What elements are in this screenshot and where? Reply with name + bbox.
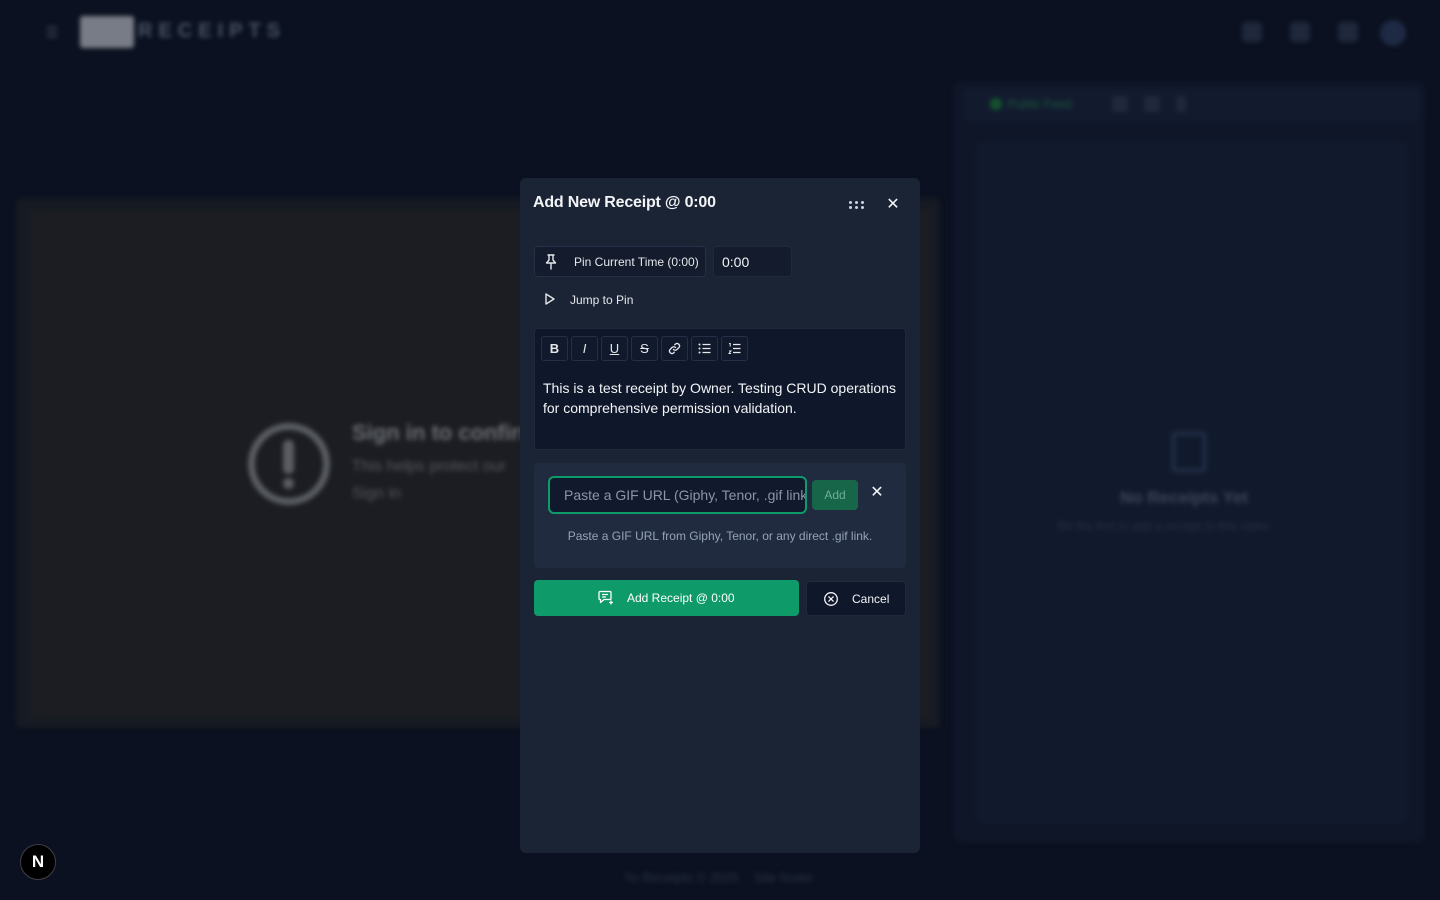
top-bar: ☰ RECEIPTS <box>0 0 1440 64</box>
ordered-list-icon <box>727 343 741 354</box>
more-icon[interactable] <box>1176 96 1186 112</box>
bullet-list-button[interactable] <box>691 336 718 361</box>
pin-current-time-button[interactable]: Pin Current Time (0:00) <box>534 246 706 277</box>
drag-handle-icon[interactable] <box>847 200 867 212</box>
tab-public-feed[interactable]: Public Feed <box>1008 97 1071 111</box>
gif-close-icon[interactable]: ✕ <box>869 485 885 501</box>
footer-copyright: Yo Receipts © 2025 <box>624 870 739 885</box>
add-receipt-label: Add Receipt @ 0:00 <box>627 591 735 605</box>
warning-icon-bar <box>283 440 294 474</box>
close-icon[interactable]: ✕ <box>884 196 902 214</box>
nextjs-badge-icon[interactable]: N <box>20 844 56 880</box>
add-receipt-button[interactable]: Add Receipt @ 0:00 <box>534 580 799 616</box>
video-notice-subtitle: This helps protect our <box>352 458 506 475</box>
rich-text-editor: B I U S This is a test receipt by Owner.… <box>534 328 906 450</box>
underline-button[interactable]: U <box>601 336 628 361</box>
modal-title: Add New Receipt @ 0:00 <box>533 194 716 211</box>
editor-content[interactable]: This is a test receipt by Owner. Testing… <box>543 378 903 418</box>
gif-section: Add ✕ Paste a GIF URL from Giphy, Tenor,… <box>534 463 906 568</box>
gif-hint-text: Paste a GIF URL from Giphy, Tenor, or an… <box>567 529 873 543</box>
pin-icon <box>545 254 557 270</box>
link-button[interactable] <box>661 336 688 361</box>
warning-icon-dot <box>283 478 294 489</box>
empty-state-subtitle: Be the first to add a receipt to this vi… <box>1058 519 1269 533</box>
user-icon[interactable] <box>1112 96 1128 112</box>
avatar[interactable] <box>1380 20 1406 46</box>
add-receipt-modal: Add New Receipt @ 0:00 ✕ Pin Current Tim… <box>520 178 920 853</box>
gif-url-input[interactable] <box>548 476 807 514</box>
circle-x-icon <box>824 592 838 606</box>
cancel-label: Cancel <box>852 592 890 606</box>
menu-icon[interactable]: ☰ <box>44 24 60 40</box>
bullet-list-icon <box>698 343 711 354</box>
filter-icon[interactable] <box>1144 96 1160 112</box>
receipts-list <box>976 142 1408 824</box>
italic-button[interactable]: I <box>571 336 598 361</box>
play-icon <box>545 293 555 305</box>
cancel-button[interactable]: Cancel <box>806 581 906 616</box>
theme-icon[interactable] <box>1242 22 1262 42</box>
video-notice-link[interactable]: Sign in <box>352 485 401 503</box>
document-icon <box>1172 432 1206 472</box>
live-dot-icon <box>990 98 1002 110</box>
notifications-icon[interactable] <box>1338 22 1358 42</box>
ordered-list-button[interactable] <box>721 336 748 361</box>
logo <box>80 16 134 48</box>
jump-button-label: Jump to Pin <box>570 293 634 307</box>
link-icon <box>668 342 681 355</box>
video-notice-title: Sign in to confirm <box>352 420 539 445</box>
footer-link[interactable]: Site footer <box>754 870 813 885</box>
settings-icon[interactable] <box>1290 22 1310 42</box>
logo-text: RECEIPTS <box>138 20 287 42</box>
empty-state-title: No Receipts Yet <box>1120 488 1249 507</box>
jump-to-pin-button[interactable]: Jump to Pin <box>534 286 654 314</box>
timestamp-input[interactable] <box>713 246 792 277</box>
pin-button-label: Pin Current Time (0:00) <box>574 255 699 269</box>
strikethrough-button[interactable]: S <box>631 336 658 361</box>
gif-add-button[interactable]: Add <box>812 480 858 510</box>
comment-add-icon <box>598 590 613 605</box>
bold-button[interactable]: B <box>541 336 568 361</box>
